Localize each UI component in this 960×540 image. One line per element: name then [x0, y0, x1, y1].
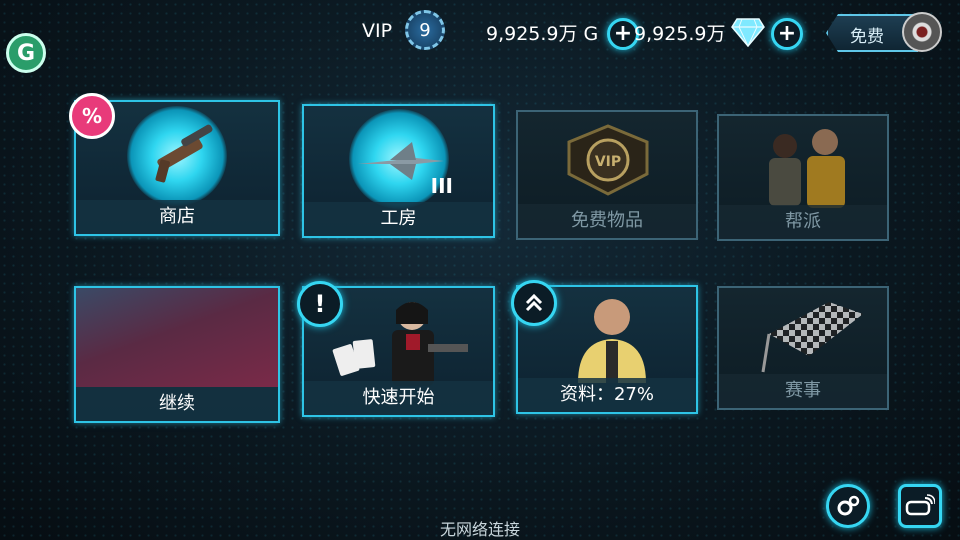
- events-label: 赛事: [719, 374, 887, 408]
- game-controller-icon: [905, 494, 935, 516]
- free-video-button[interactable]: 免费: [826, 12, 942, 52]
- film-reel-icon: [902, 12, 942, 52]
- quickstart-label: 快速开始: [304, 381, 493, 415]
- profile-character-icon: [578, 299, 646, 383]
- events-art: [719, 288, 887, 374]
- vip-level-badge[interactable]: 9: [405, 10, 445, 50]
- shop-label: 商店: [76, 200, 278, 234]
- vip-label: VIP: [362, 20, 393, 42]
- background-pattern: [0, 0, 960, 540]
- workshop-tier: III: [430, 174, 453, 198]
- alert-badge-icon: !: [297, 281, 343, 327]
- gun-icon: [155, 124, 213, 183]
- gang-label: 帮派: [719, 205, 887, 239]
- free-items-label: 免费物品: [518, 204, 696, 238]
- free-items-art: VIP: [518, 112, 696, 204]
- alert-badge-text: !: [314, 290, 326, 318]
- continue-label: 继续: [76, 387, 278, 421]
- tile-events[interactable]: 赛事: [717, 286, 889, 410]
- workshop-art: III: [304, 106, 493, 209]
- gang-art: [719, 116, 887, 208]
- checkered-flag-icon: [761, 302, 863, 373]
- vip-emblem-icon: VIP: [567, 124, 649, 196]
- g-logo-icon[interactable]: G: [6, 33, 46, 73]
- cash-amount: 9,925.9万 G: [486, 23, 599, 45]
- vip-level-value: 9: [419, 19, 431, 41]
- gang-members-icon: [769, 129, 845, 208]
- tile-workshop[interactable]: III 工房: [302, 104, 495, 238]
- level-up-icon: [511, 280, 557, 326]
- tile-continue[interactable]: 继续: [74, 286, 280, 423]
- sale-badge-icon: %: [69, 93, 115, 139]
- add-gold-button[interactable]: +: [771, 18, 803, 50]
- diamond-icon: [731, 18, 765, 47]
- network-status: 无网络连接: [439, 520, 520, 539]
- chevrons-up-icon: [525, 293, 543, 312]
- quickstart-character-icon: [332, 302, 468, 386]
- sale-badge-text: %: [81, 104, 103, 128]
- svg-text:VIP: VIP: [595, 154, 621, 170]
- profile-label: 资料：27%: [518, 378, 696, 412]
- gold-amount: 9,925.9万: [634, 23, 726, 45]
- free-button-label: 免费: [850, 27, 884, 47]
- continue-art: [76, 288, 278, 387]
- workshop-label: 工房: [304, 202, 493, 236]
- tile-free-items[interactable]: VIP 免费物品: [516, 110, 698, 240]
- tile-gang[interactable]: 帮派: [717, 114, 889, 241]
